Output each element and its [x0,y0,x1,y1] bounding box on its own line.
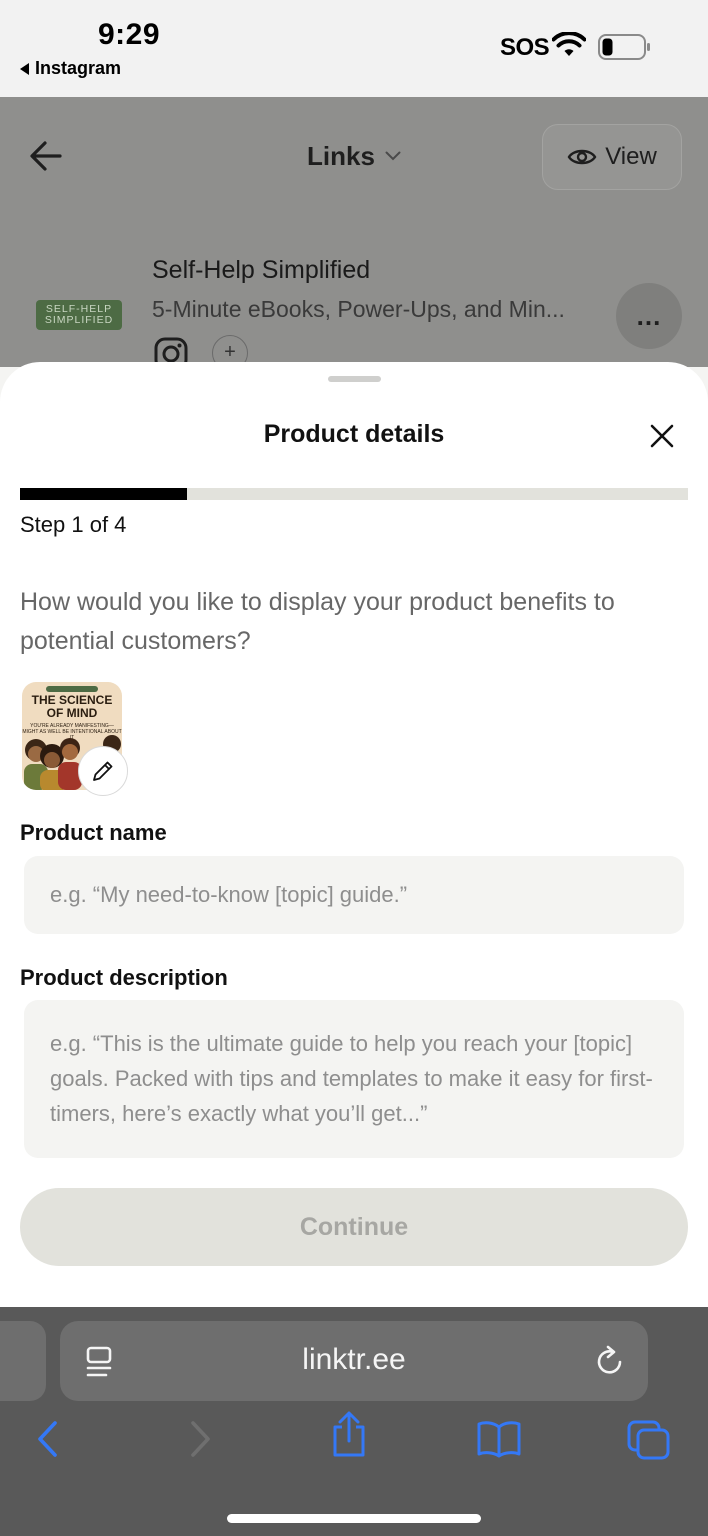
chevron-down-icon [385,151,401,161]
safari-forward-icon[interactable] [188,1419,214,1459]
wifi-icon [552,32,586,56]
share-icon[interactable] [330,1411,368,1459]
url-text: linktr.ee [302,1343,406,1376]
back-app-label: Instagram [35,58,122,78]
back-to-app-link[interactable]: Instagram [20,58,121,79]
more-icon: ... [636,300,662,331]
step-progress-bar [20,488,688,500]
bookmarks-icon[interactable] [476,1419,522,1459]
more-options-button[interactable]: ... [616,283,682,349]
step-progress-fill [20,488,187,500]
address-bar[interactable]: linktr.ee [60,1321,648,1401]
sheet-drag-handle[interactable] [328,376,381,382]
product-description-label: Product description [20,965,228,990]
product-description-input[interactable] [24,1000,684,1158]
eye-icon [567,149,597,165]
product-name-label: Product name [20,820,167,845]
continue-button[interactable]: Continue [20,1188,688,1266]
plus-icon: + [224,341,236,363]
step-indicator: Step 1 of 4 [20,512,127,537]
links-title: Links [307,141,375,171]
edit-image-button[interactable] [78,746,128,796]
reload-icon[interactable] [594,1345,626,1379]
profile-name: Self-Help Simplified [152,256,371,284]
product-name-input[interactable] [24,856,684,934]
sos-indicator: SOS [500,34,550,61]
profile-logo: SELF-HELP SIMPLIFIED [36,300,122,330]
close-icon[interactable] [648,422,676,450]
battery-icon [598,34,650,60]
question-text: How would you like to display your produ… [20,588,615,655]
sheet-title: Product details [263,420,445,448]
profile-tagline: 5-Minute eBooks, Power-Ups, and Min... [152,296,565,322]
browser-nav-row [0,1411,708,1469]
linktree-admin-background: Links View SELF-HELP SIMPLIFIED Self-Hel… [0,97,708,371]
cover-series-tag [46,686,98,692]
pencil-icon [93,761,113,781]
view-button[interactable]: View [542,124,682,190]
home-indicator[interactable] [227,1514,481,1523]
safari-back-icon[interactable] [34,1419,60,1459]
tabs-icon[interactable] [626,1419,672,1461]
previous-tab-edge[interactable] [0,1321,46,1401]
back-triangle-icon [20,62,29,75]
status-bar: 9:29 Instagram SOS [0,0,708,97]
status-time: 9:29 [98,18,161,51]
view-label: View [605,143,657,170]
browser-toolbar: linktr.ee [0,1307,708,1536]
cover-title: THE SCIENCE OF MIND [31,693,113,720]
product-details-sheet: Product details Step 1 of 4 How would yo… [0,362,708,1308]
